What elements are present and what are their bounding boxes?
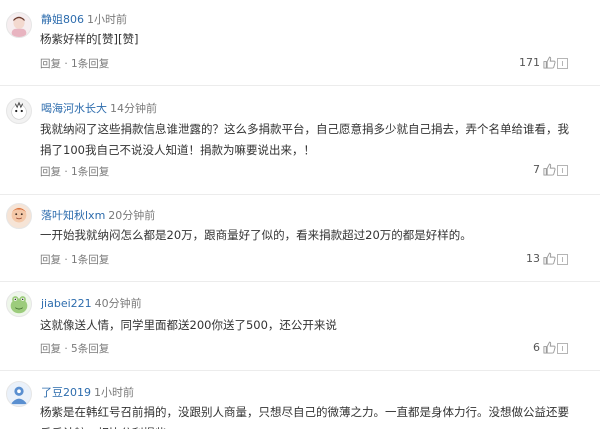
reply-button[interactable]: 回复: [40, 166, 61, 178]
view-replies-button[interactable]: 1条回复: [71, 254, 109, 266]
like-count: 7: [533, 163, 540, 176]
like-button[interactable]: 6: [533, 341, 556, 354]
comment-meta: 了豆2019 1小时前: [41, 384, 134, 400]
avatar-image: [10, 386, 28, 405]
timestamp: 40分钟前: [94, 297, 142, 310]
comment-actions: 回复 · 1条回复: [40, 166, 110, 178]
avatar[interactable]: [6, 12, 32, 38]
timestamp: 1小时前: [87, 13, 127, 26]
avatar[interactable]: [6, 381, 32, 407]
username[interactable]: jiabei221: [41, 297, 92, 310]
view-replies-button[interactable]: 5条回复: [71, 343, 109, 355]
thumbs-up-icon: [543, 341, 556, 354]
report-icon[interactable]: [557, 165, 568, 176]
avatar-image: [10, 296, 28, 314]
comment-feed: 静姐806 1小时前 杨紫好样的[赞][赞] 回复 · 1条回复 171 喝海河水…: [0, 0, 600, 429]
reply-button[interactable]: 回复: [40, 254, 61, 266]
like-button[interactable]: 7: [533, 163, 556, 176]
avatar[interactable]: [6, 203, 32, 229]
view-replies-button[interactable]: 1条回复: [71, 166, 109, 178]
comment-meta: 落叶知秋lxm 20分钟前: [41, 207, 155, 223]
reply-button[interactable]: 回复: [40, 58, 61, 70]
thumbs-up-icon: [543, 252, 556, 265]
like-count: 13: [526, 252, 540, 265]
comment-item: 了豆2019 1小时前 杨紫是在韩红号召前捐的，没跟别人商量，只想尽自己的微薄之力…: [0, 371, 600, 429]
like-button[interactable]: 171: [519, 56, 556, 69]
username[interactable]: 静姐806: [41, 13, 84, 26]
view-replies-button[interactable]: 1条回复: [71, 58, 109, 70]
divider: [0, 194, 600, 195]
comment-text: 杨紫好样的[赞][赞]: [40, 32, 139, 46]
username[interactable]: 落叶知秋lxm: [41, 209, 105, 222]
comment-actions: 回复 · 5条回复: [40, 343, 110, 355]
comment-meta: 喝海河水长大 14分钟前: [41, 100, 157, 116]
timestamp: 14分钟前: [110, 102, 157, 115]
avatar-image: [11, 101, 27, 120]
like-count: 6: [533, 341, 540, 354]
comment-text: 这就像送人情，同学里面都送200你送了500，还公开来说: [40, 318, 337, 332]
comment-meta: jiabei221 40分钟前: [41, 295, 142, 311]
username[interactable]: 喝海河水长大: [41, 102, 107, 115]
avatar[interactable]: [6, 98, 32, 124]
comment-text: 杨紫是在韩红号召前捐的，没跟别人商量，只想尽自己的微薄之力。一直都是身体力行。没…: [40, 405, 569, 429]
timestamp: 1小时前: [94, 386, 134, 399]
reply-button[interactable]: 回复: [40, 343, 61, 355]
avatar-image: [11, 207, 27, 223]
avatar[interactable]: [6, 291, 32, 317]
divider: [0, 281, 600, 282]
like-count: 171: [519, 56, 540, 69]
username[interactable]: 了豆2019: [41, 386, 91, 399]
comment-meta: 静姐806 1小时前: [41, 11, 127, 27]
comment-text: 一开始我就纳闷怎么都是20万，跟商量好了似的，看来捐款超过20万的都是好样的。: [40, 228, 472, 242]
thumbs-up-icon: [543, 56, 556, 69]
comment-actions: 回复 · 1条回复: [40, 254, 110, 266]
comment-actions: 回复 · 1条回复: [40, 58, 110, 70]
report-icon[interactable]: [557, 343, 568, 354]
report-icon[interactable]: [557, 58, 568, 69]
avatar-image: [11, 16, 27, 37]
thumbs-up-icon: [543, 163, 556, 176]
timestamp: 20分钟前: [108, 209, 156, 222]
report-icon[interactable]: [557, 254, 568, 265]
divider: [0, 85, 600, 86]
like-button[interactable]: 13: [526, 252, 556, 265]
comment-text: 我就纳闷了这些捐款信息谁泄露的？这么多捐款平台，自己愿意捐多少就自己捐去，弄个名…: [40, 122, 569, 157]
